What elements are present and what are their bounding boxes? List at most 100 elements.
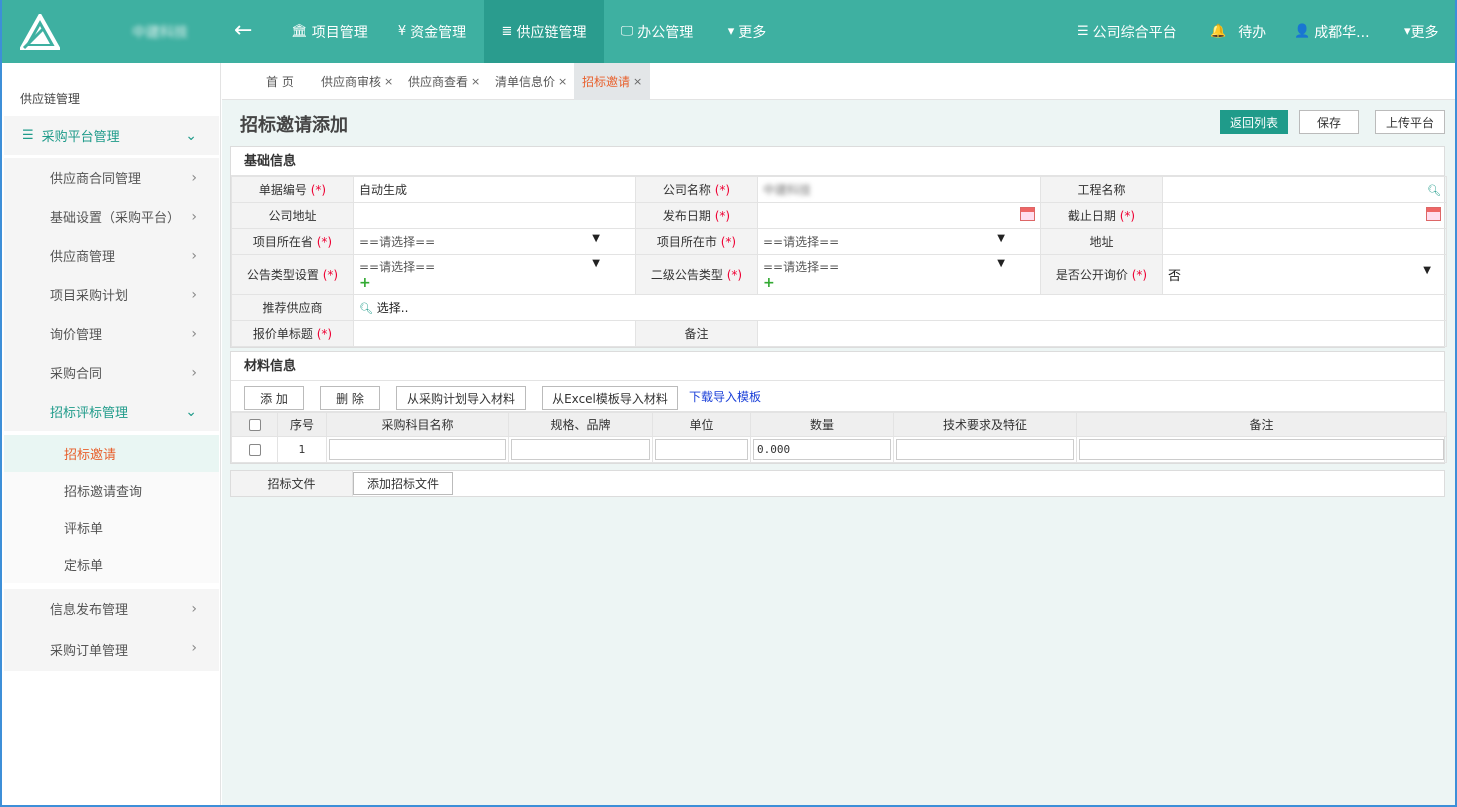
sidebar-item-supplier-contract[interactable]: 供应商合同管理 › — [4, 158, 219, 197]
select-all-checkbox[interactable] — [231, 412, 278, 437]
yen-icon: ¥ — [397, 24, 407, 39]
nav-todo[interactable]: 🔔 待办 — [1210, 0, 1266, 63]
plus-icon[interactable]: + — [359, 275, 630, 291]
tab-bid-invitation[interactable]: 招标邀请 × — [574, 63, 651, 100]
tab-bar: 首 页 供应商审核 × 供应商查看 × 清单信息价 × 招标邀请 × — [222, 63, 1455, 100]
close-icon[interactable]: × — [471, 75, 480, 88]
item-name-input[interactable] — [326, 436, 509, 463]
project-name-input[interactable]: 🔍︎ — [1162, 176, 1447, 203]
chevron-down-icon: ⌄ — [185, 404, 197, 420]
company-address-input[interactable] — [353, 202, 636, 229]
chevron-right-icon: › — [191, 601, 197, 617]
sidebar-item-bidding[interactable]: 招标评标管理 ⌄ — [4, 392, 219, 431]
caret-down-icon: ▼ — [1423, 265, 1431, 276]
tab-label: 首 页 — [266, 75, 294, 89]
tab-home[interactable]: 首 页 — [266, 63, 294, 100]
sidebar-item-purchase-order[interactable]: 采购订单管理 › — [4, 628, 219, 671]
column-header: 序号 — [277, 412, 327, 437]
nav-right-more-label: 更多 — [1410, 24, 1439, 41]
add-row-button[interactable]: 添 加 — [244, 386, 304, 410]
nav-user[interactable]: 👤 成都华... — [1294, 0, 1370, 63]
sidebar-item-purchase-contract[interactable]: 采购合同 › — [4, 353, 219, 392]
import-from-excel-button[interactable]: 从Excel模板导入材料 — [542, 386, 678, 410]
import-from-plan-button[interactable]: 从采购计划导入材料 — [396, 386, 526, 410]
search-icon[interactable]: 🔍︎ — [1427, 184, 1441, 197]
doc-no-label: 单据编号 (*) — [231, 176, 354, 203]
nav-funds[interactable]: ¥ 资金管理 — [382, 0, 482, 63]
back-to-list-button[interactable]: 返回列表 — [1220, 110, 1288, 134]
sidebar-item-basic-settings[interactable]: 基础设置（采购平台） › — [4, 197, 219, 236]
province-select[interactable]: ==请选择== ▼ — [353, 228, 636, 255]
sub-notice-type-select[interactable]: ==请选择== ▼ + — [757, 254, 1041, 295]
calendar-icon[interactable] — [1020, 207, 1035, 221]
plus-icon[interactable]: + — [763, 275, 1035, 291]
notice-type-select[interactable]: ==请选择== ▼ + — [353, 254, 636, 295]
basic-info-form: 单据编号 (*) 自动生成 公司名称 (*) 中建科技 工程名称 🔍︎ 公司地址… — [231, 176, 1447, 347]
publish-date-label: 发布日期 (*) — [635, 202, 758, 229]
back-arrow-icon[interactable]: ← — [234, 18, 252, 44]
tech-requirements-input[interactable] — [893, 436, 1077, 463]
site-address-input[interactable] — [1162, 228, 1447, 255]
column-header: 规格、品牌 — [508, 412, 653, 437]
nav-office[interactable]: 🖵 办公管理 — [612, 0, 702, 63]
public-inquiry-select[interactable]: 否 ▼ — [1162, 254, 1447, 295]
sidebar-item-inquiry[interactable]: 询价管理 › — [4, 314, 219, 353]
sidebar-item-purchase-plan[interactable]: 项目采购计划 › — [4, 275, 219, 314]
sidebar-item-label: 询价管理 — [50, 328, 103, 343]
close-icon[interactable]: × — [558, 75, 567, 88]
publish-date-input[interactable] — [757, 202, 1041, 229]
upload-platform-button[interactable]: 上传平台 — [1375, 110, 1445, 134]
page-title: 招标邀请添加 — [240, 115, 348, 136]
caret-down-icon: ▼ — [997, 258, 1005, 269]
nav-company-platform[interactable]: ☰ 公司综合平台 — [1077, 0, 1177, 63]
quantity-input[interactable]: 0.000 — [750, 436, 894, 463]
list-icon: ☰ — [22, 128, 34, 143]
chevron-right-icon: › — [191, 365, 197, 381]
tab-supplier-view[interactable]: 供应商查看 × — [408, 63, 480, 100]
sidebar-subitem-evaluation[interactable]: 评标单 — [4, 509, 219, 546]
sidebar-subitem-label: 定标单 — [64, 559, 104, 574]
tab-label: 供应商审核 — [321, 75, 382, 89]
public-inquiry-label: 是否公开询价 (*) — [1040, 254, 1163, 295]
calendar-icon[interactable] — [1426, 207, 1441, 221]
sidebar-subitem-bid-invitation[interactable]: 招标邀请 — [4, 435, 219, 472]
sidebar-item-info-publish[interactable]: 信息发布管理 › — [4, 589, 219, 628]
nav-project[interactable]: 🏛 项目管理 — [282, 0, 377, 63]
quote-title-input[interactable] — [353, 320, 636, 347]
sidebar-group-procurement[interactable]: ☰ 采购平台管理 ⌄ — [4, 116, 219, 155]
caret-down-icon: ▼ — [592, 258, 600, 269]
remark-input[interactable] — [757, 320, 1447, 347]
spec-brand-input[interactable] — [508, 436, 653, 463]
nav-supply-chain[interactable]: ≣ 供应链管理 — [484, 0, 604, 63]
tab-supplier-review[interactable]: 供应商审核 × — [321, 63, 393, 100]
nav-more[interactable]: ▾ 更多 — [717, 0, 777, 63]
close-icon[interactable]: × — [633, 75, 642, 88]
save-button[interactable]: 保存 — [1299, 110, 1359, 134]
row-checkbox[interactable] — [231, 436, 278, 463]
deadline-input[interactable] — [1162, 202, 1447, 229]
add-bid-file-button[interactable]: 添加招标文件 — [353, 472, 453, 495]
nav-supply-chain-label: 供应链管理 — [516, 24, 587, 41]
nav-right-more[interactable]: ▾ 更多 — [1404, 0, 1439, 63]
recommended-supplier-picker[interactable]: 🔍︎ 选择.. — [353, 294, 1447, 321]
doc-no-value: 自动生成 — [353, 176, 636, 203]
city-select[interactable]: ==请选择== ▼ — [757, 228, 1041, 255]
search-icon[interactable]: 🔍︎ — [359, 302, 373, 315]
row-remark-input[interactable] — [1076, 436, 1447, 463]
sidebar-item-supplier-management[interactable]: 供应商管理 › — [4, 236, 219, 275]
sidebar-subitem-award[interactable]: 定标单 — [4, 546, 219, 583]
brand-name: 中建科技 — [132, 25, 188, 41]
delete-row-button[interactable]: 删 除 — [320, 386, 380, 410]
download-template-link[interactable]: 下载导入模板 — [689, 388, 761, 405]
chevron-right-icon: › — [191, 326, 197, 342]
logo-icon — [20, 14, 60, 50]
material-info-header: 材料信息 — [231, 352, 1444, 381]
unit-input[interactable] — [652, 436, 751, 463]
sidebar-group-label: 采购平台管理 — [41, 130, 120, 145]
database-icon: ≣ — [501, 24, 513, 39]
tab-price-list[interactable]: 清单信息价 × — [495, 63, 567, 100]
close-icon[interactable]: × — [384, 75, 393, 88]
nav-company-platform-label: 公司综合平台 — [1092, 24, 1177, 41]
chevron-down-icon: ⌄ — [185, 128, 197, 144]
sidebar-subitem-invitation-query[interactable]: 招标邀请查询 — [4, 472, 219, 509]
